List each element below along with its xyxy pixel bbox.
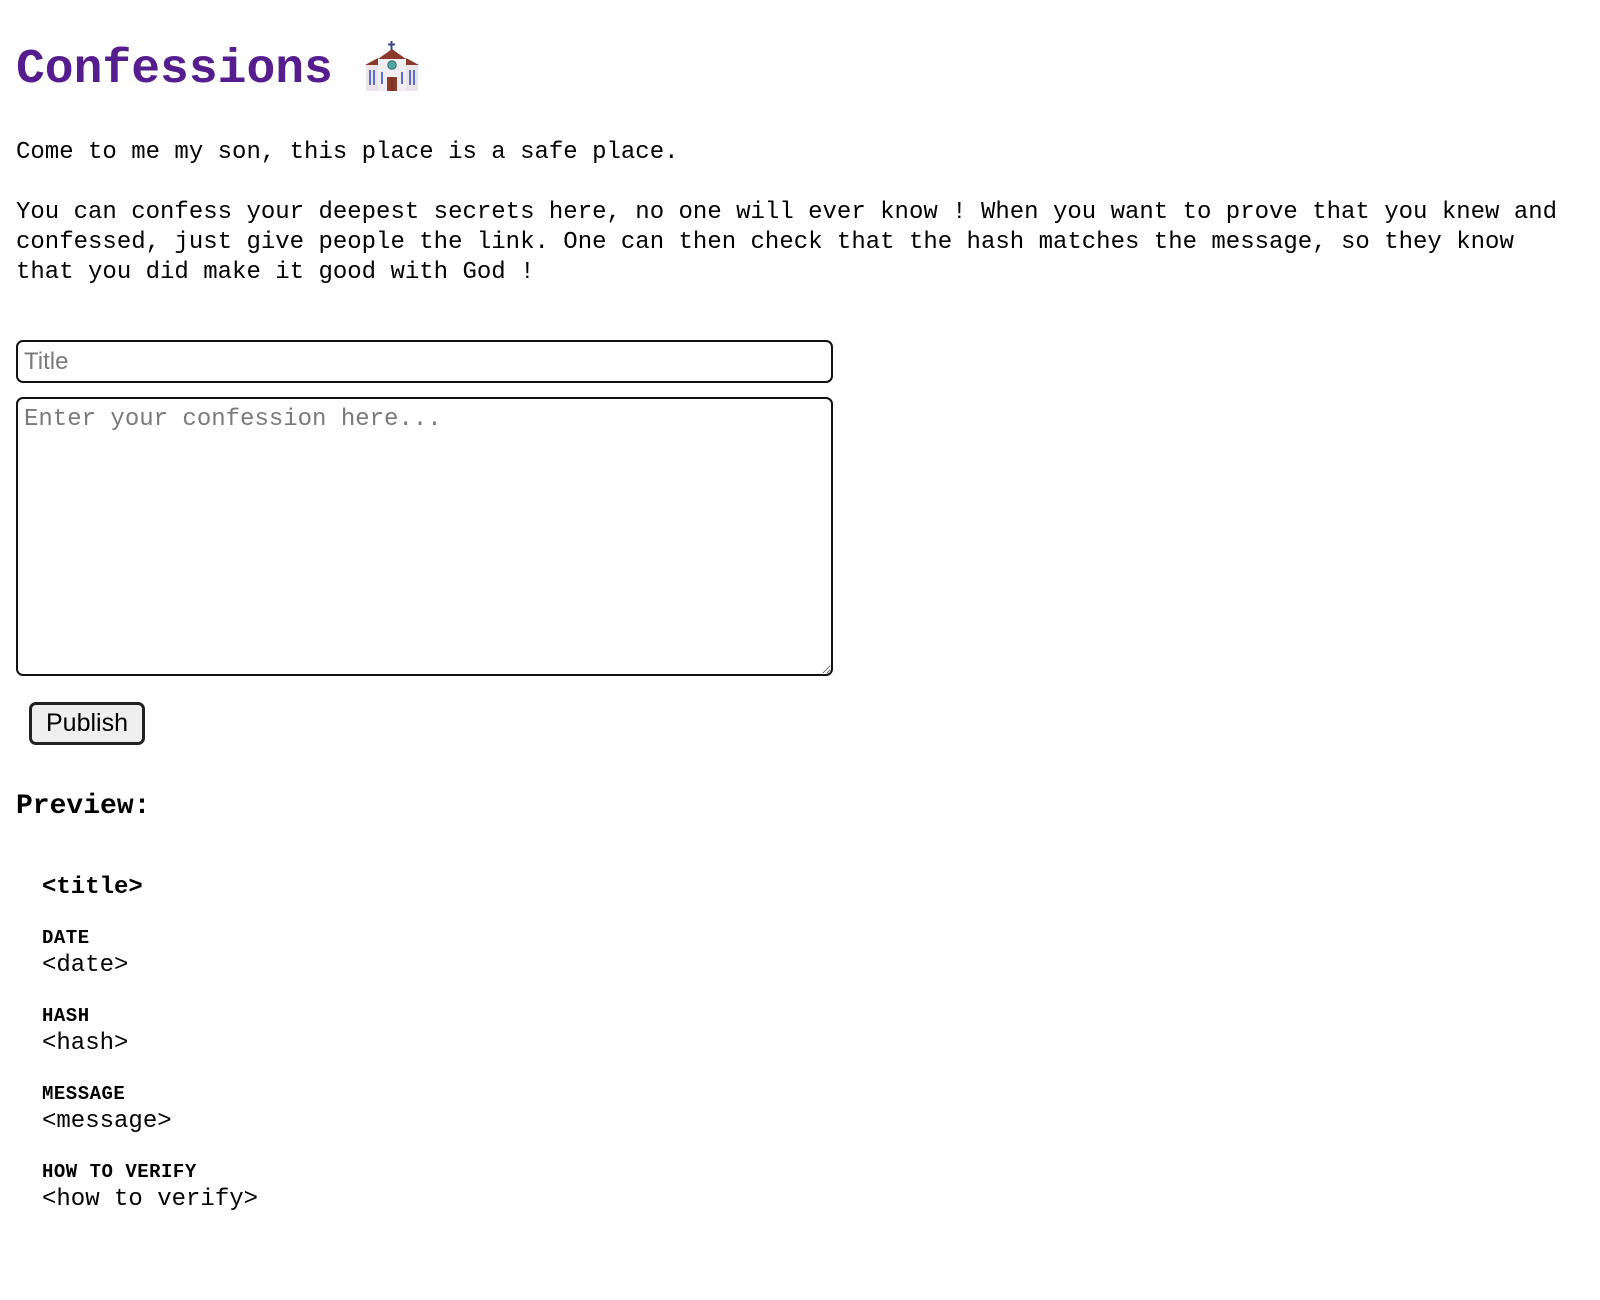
page: Confessions Come to me my son, this plac… <box>0 0 1600 1215</box>
intro-paragraph: You can confess your deepest secrets her… <box>16 199 1572 286</box>
preview-field-message: MESSAGE <message> <box>42 1081 1584 1137</box>
preview-field-hash: HASH <hash> <box>42 1003 1584 1059</box>
preview-field-value: <hash> <box>42 1030 129 1057</box>
confession-textarea[interactable] <box>16 397 833 676</box>
church-icon <box>364 41 419 91</box>
preview-heading: Preview: <box>16 791 151 822</box>
intro-line: Come to me my son, this place is a safe … <box>16 139 679 166</box>
preview-field-label: HOW TO VERIFY <box>42 1161 197 1183</box>
preview-field-value: <date> <box>42 952 129 979</box>
confession-form: Publish <box>16 340 1584 745</box>
preview-field-value: <how to verify> <box>42 1186 259 1213</box>
preview-title: <title> <box>42 874 143 901</box>
preview-field-label: HASH <box>42 1005 90 1027</box>
preview-card: <title> DATE <date> HASH <hash> MESSAGE … <box>16 873 1584 1215</box>
page-header: Confessions <box>16 0 1584 100</box>
preview-field-how-to-verify: HOW TO VERIFY <how to verify> <box>42 1159 1584 1215</box>
title-input[interactable] <box>16 340 833 383</box>
publish-button[interactable]: Publish <box>29 702 145 745</box>
preview-field-date: DATE <date> <box>42 925 1584 981</box>
preview-field-value: <message> <box>42 1108 172 1135</box>
preview-field-label: MESSAGE <box>42 1083 126 1105</box>
page-title: Confessions <box>16 43 333 97</box>
preview-field-label: DATE <box>42 927 90 949</box>
